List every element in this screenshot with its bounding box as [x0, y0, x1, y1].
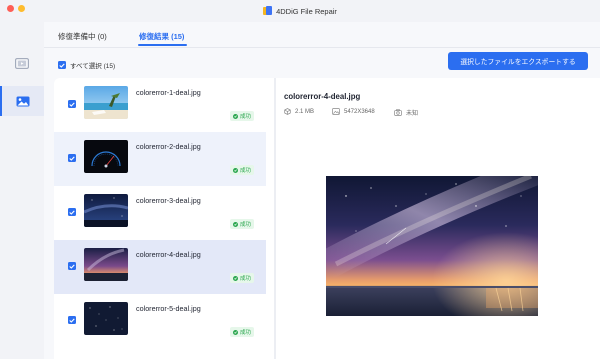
item-checkbox[interactable] [68, 316, 76, 324]
success-check-icon [233, 329, 238, 335]
status-text: 成功 [240, 276, 252, 282]
tab-results[interactable]: 修復結果 (15) [139, 31, 184, 42]
meta-size: 2.1 MB [284, 108, 314, 115]
checkbox-checked-icon [58, 61, 66, 69]
app-title: 4DDiG File Repair [263, 6, 337, 16]
status-badge: 成功 [230, 327, 255, 337]
file-thumbnail [84, 140, 128, 173]
file-thumbnail [84, 248, 128, 281]
preview-image [326, 176, 538, 316]
file-name: colorerror-1-deal.jpg [136, 88, 201, 97]
app-window: 4DDiG File Repair 修復準備中 (0) 修復結果 (15) すべ… [0, 0, 600, 359]
meta-dimensions: 5472X3648 [332, 108, 375, 115]
file-name: colorerror-3-deal.jpg [136, 196, 201, 205]
sidebar-item-image[interactable] [0, 86, 44, 116]
file-thumbnail [84, 86, 128, 119]
file-list-item-selected[interactable]: colorerror-4-deal.jpg 成功 [54, 240, 266, 294]
preview-file-name: colorerror-4-deal.jpg [284, 92, 361, 101]
video-icon [15, 57, 29, 69]
app-title-text: 4DDiG File Repair [276, 6, 337, 16]
select-all-label: すべて選択 (15) [70, 63, 116, 70]
file-list: colorerror-1-deal.jpg 成功 colorerror-2-de… [54, 78, 274, 359]
meta-camera-text: 未知 [406, 111, 419, 117]
status-badge: 成功 [230, 165, 255, 175]
meta-size-text: 2.1 MB [295, 108, 315, 115]
tab-preparing[interactable]: 修復準備中 (0) [58, 31, 107, 42]
close-window-button[interactable] [7, 5, 14, 12]
status-badge: 成功 [230, 273, 255, 283]
export-selected-button[interactable]: 選択したファイルをエクスポートする [448, 52, 588, 70]
success-check-icon [233, 221, 238, 227]
tab-bar: 修復準備中 (0) 修復結果 (15) [44, 22, 600, 48]
status-text: 成功 [240, 114, 252, 120]
tab-divider [44, 47, 600, 48]
success-check-icon [233, 167, 238, 173]
sidebar-item-video[interactable] [0, 48, 44, 78]
select-all-checkbox[interactable]: すべて選択 (15) [58, 60, 115, 70]
file-name: colorerror-2-deal.jpg [136, 142, 201, 151]
item-checkbox[interactable] [68, 262, 76, 270]
item-checkbox[interactable] [68, 100, 76, 108]
minimize-window-button[interactable] [18, 5, 25, 12]
sidebar [0, 22, 44, 359]
file-thumbnail [84, 302, 128, 335]
item-checkbox[interactable] [68, 208, 76, 216]
meta-dimensions-text: 5472X3648 [344, 108, 375, 115]
file-size-icon [284, 108, 291, 115]
status-text: 成功 [240, 330, 252, 336]
status-text: 成功 [240, 168, 252, 174]
item-checkbox[interactable] [68, 154, 76, 162]
image-icon [16, 96, 30, 106]
file-name: colorerror-5-deal.jpg [136, 304, 201, 313]
camera-icon [394, 109, 402, 116]
file-list-item[interactable]: colorerror-1-deal.jpg 成功 [54, 78, 266, 132]
file-list-item[interactable]: colorerror-3-deal.jpg 成功 [54, 186, 266, 240]
title-bar: 4DDiG File Repair [0, 0, 600, 22]
file-list-item[interactable]: colorerror-5-deal.jpg 成功 [54, 294, 266, 348]
main-area: 修復準備中 (0) 修復結果 (15) すべて選択 (15) 選択したファイルを… [44, 22, 600, 359]
active-tab-indicator [138, 44, 187, 46]
status-badge: 成功 [230, 219, 255, 229]
status-badge: 成功 [230, 111, 255, 121]
file-name: colorerror-4-deal.jpg [136, 250, 201, 259]
success-check-icon [233, 275, 238, 281]
file-thumbnail [84, 194, 128, 227]
preview-panel: colorerror-4-deal.jpg 2.1 MB 5472X3648 未… [276, 78, 600, 359]
success-check-icon [233, 113, 238, 119]
image-dimensions-icon [332, 108, 340, 115]
status-text: 成功 [240, 222, 252, 228]
meta-camera: 未知 [394, 108, 418, 117]
file-list-item[interactable]: colorerror-2-deal.jpg 成功 [54, 132, 266, 186]
app-logo-icon [263, 6, 273, 16]
